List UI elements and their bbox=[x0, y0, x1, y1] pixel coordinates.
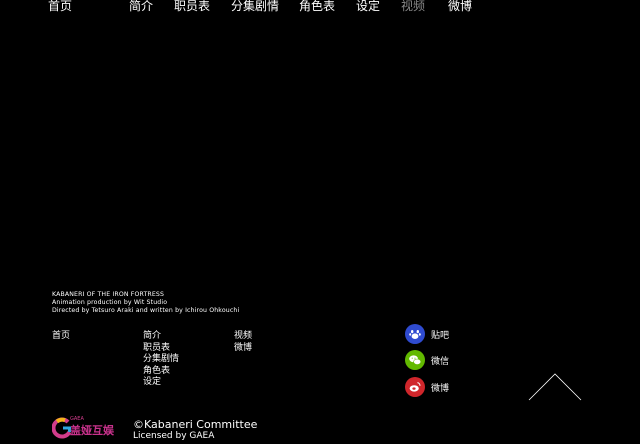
weibo-icon bbox=[405, 377, 425, 397]
nav-settings[interactable]: 设定 bbox=[356, 0, 380, 13]
nav-home[interactable]: 首页 bbox=[48, 0, 72, 13]
social-weibo-label: 微博 bbox=[431, 383, 450, 394]
credits: KABANERI OF THE IRON FORTRESS Animation … bbox=[52, 291, 239, 315]
baidu-paw-icon bbox=[405, 324, 425, 344]
back-to-top-button[interactable] bbox=[528, 372, 582, 402]
footer-link-episodes[interactable]: 分集剧情 bbox=[143, 354, 179, 366]
social-tieba[interactable]: 贴吧 bbox=[405, 324, 449, 344]
nav-intro[interactable]: 简介 bbox=[129, 0, 153, 13]
logo-small-text: GAEA bbox=[70, 416, 84, 422]
nav-video[interactable]: 视频 bbox=[401, 0, 425, 13]
social-wechat-label: 微信 bbox=[431, 356, 450, 367]
credits-director: Directed by Tetsuro Araki and written by… bbox=[52, 307, 240, 314]
gaea-g-icon bbox=[52, 417, 72, 439]
wechat-icon bbox=[405, 350, 425, 370]
social-wechat[interactable]: 微信 bbox=[405, 350, 449, 370]
nav-staff[interactable]: 职员表 bbox=[174, 0, 210, 13]
social-weibo[interactable]: 微博 bbox=[405, 377, 449, 397]
top-nav: 首页 简介 职员表 分集剧情 角色表 设定 视频 微博 bbox=[0, 0, 640, 14]
footer-link-video[interactable]: 视频 bbox=[234, 331, 252, 343]
footer-link-characters[interactable]: 角色表 bbox=[143, 366, 170, 378]
nav-episodes[interactable]: 分集剧情 bbox=[231, 0, 279, 13]
nav-weibo[interactable]: 微博 bbox=[448, 0, 472, 13]
footer-link-settings[interactable]: 设定 bbox=[143, 377, 161, 389]
nav-characters[interactable]: 角色表 bbox=[299, 0, 335, 13]
social-tieba-label: 贴吧 bbox=[431, 330, 450, 341]
credits-animation: Animation production by Wit Studio bbox=[52, 299, 168, 306]
license-text: Licensed by GAEA bbox=[133, 431, 215, 441]
credits-title: KABANERI OF THE IRON FORTRESS bbox=[52, 291, 165, 298]
footer-link-weibo[interactable]: 微博 bbox=[234, 343, 252, 355]
footer-link-staff[interactable]: 职员表 bbox=[143, 343, 170, 355]
chevron-up-icon bbox=[528, 373, 582, 401]
logo-brand-text: 盖娅互娱 bbox=[70, 424, 114, 437]
copyright-text: ©Kabaneri Committee bbox=[133, 418, 258, 431]
footer-link-home[interactable]: 首页 bbox=[52, 331, 70, 343]
footer-link-intro[interactable]: 简介 bbox=[143, 331, 161, 343]
gaea-logo[interactable]: GAEA 盖娅互娱 bbox=[52, 416, 124, 442]
